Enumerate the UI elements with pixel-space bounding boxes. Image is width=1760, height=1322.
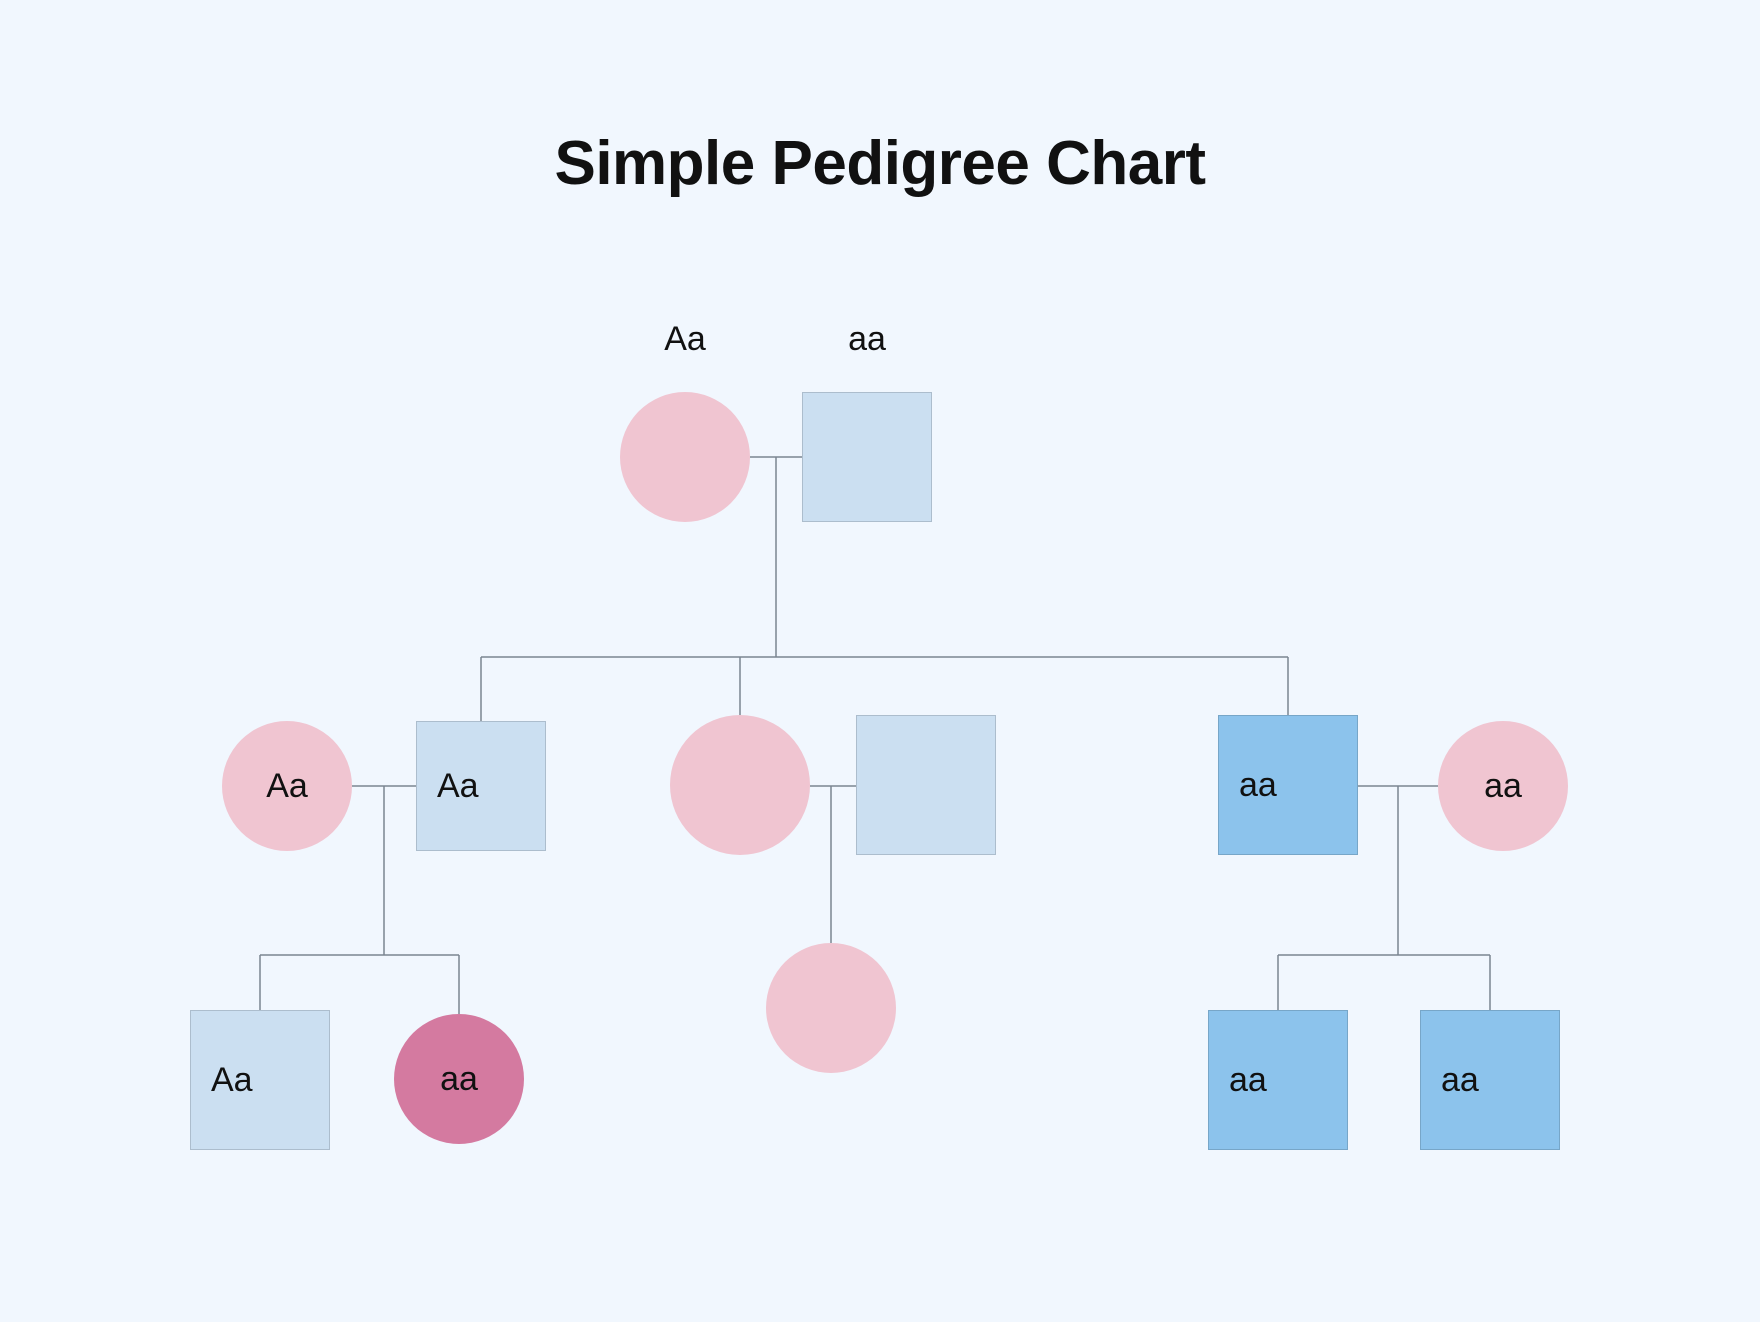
female-node <box>620 392 750 522</box>
female-node <box>670 715 810 855</box>
genotype-label: Aa <box>615 320 755 359</box>
genotype-text: aa <box>1239 766 1277 805</box>
genotype-text: Aa <box>211 1061 253 1100</box>
genotype-text: Aa <box>266 767 308 806</box>
male-node: Aa <box>416 721 546 851</box>
male-node-affected: aa <box>1420 1010 1560 1150</box>
genotype-text: aa <box>1229 1061 1267 1100</box>
male-node <box>856 715 996 855</box>
genotype-text: aa <box>1441 1061 1479 1100</box>
female-node <box>766 943 896 1073</box>
genotype-text: Aa <box>437 767 479 806</box>
genotype-text: aa <box>440 1060 478 1099</box>
female-node: aa <box>1438 721 1568 851</box>
male-node <box>802 392 932 522</box>
male-node-affected: aa <box>1218 715 1358 855</box>
genotype-text: aa <box>1484 767 1522 806</box>
female-node-affected: aa <box>394 1014 524 1144</box>
genotype-label: aa <box>797 320 937 359</box>
male-node: Aa <box>190 1010 330 1150</box>
female-node: Aa <box>222 721 352 851</box>
male-node-affected: aa <box>1208 1010 1348 1150</box>
